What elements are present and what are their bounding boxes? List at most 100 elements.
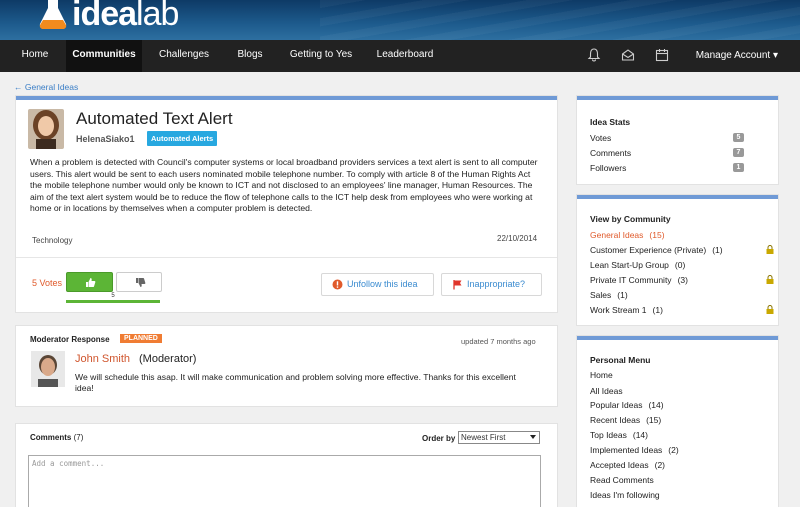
brand-bar: idealab — [0, 0, 800, 40]
community-count: (15) — [649, 230, 665, 240]
nav-getting-to-yes[interactable]: Getting to Yes — [280, 40, 362, 72]
community-item-work-stream-1[interactable]: Work Stream 1 (1) — [590, 305, 663, 315]
order-by-value: Newest First — [461, 433, 506, 442]
personal-item-accepted-ideas[interactable]: Accepted Ideas (2) — [590, 460, 665, 470]
flask-icon — [39, 0, 67, 30]
vote-count: 5 — [111, 293, 115, 299]
personal-item-all-ideas[interactable]: All Ideas — [590, 386, 623, 396]
inappropriate-label: Inappropriate? — [467, 279, 526, 289]
community-label: Work Stream 1 — [590, 305, 647, 315]
thumbs-up-icon — [86, 278, 96, 287]
community-heading: View by Community — [590, 214, 671, 224]
personal-label: Read Comments — [590, 475, 654, 485]
personal-label: Top Ideas — [590, 430, 627, 440]
community-count: (1) — [617, 290, 628, 300]
lock-icon — [766, 305, 774, 314]
community-item-lean-startup[interactable]: Lean Start-Up Group (0) — [590, 260, 685, 270]
personal-count: (14) — [648, 400, 664, 410]
nav-communities[interactable]: Communities — [66, 40, 142, 72]
community-item-general-ideas[interactable]: General Ideas (15) — [590, 230, 665, 240]
divider — [16, 257, 557, 258]
personal-count: (15) — [646, 415, 662, 425]
manage-account-menu[interactable]: Manage Account ▾ — [696, 40, 778, 72]
logo[interactable]: idealab — [38, 0, 179, 34]
idea-date: 22/10/2014 — [497, 234, 538, 243]
nav-leaderboard[interactable]: Leaderboard — [368, 40, 442, 72]
personal-label: Popular Ideas — [590, 400, 643, 410]
personal-label: Ideas I'm following — [590, 490, 660, 500]
thumbs-down-icon — [136, 278, 146, 287]
stat-votes-value: 5 — [733, 133, 744, 142]
personal-count: (2) — [668, 445, 679, 455]
unfollow-button[interactable]: Unfollow this idea — [321, 273, 434, 296]
community-item-private-it[interactable]: Private IT Community (3) — [590, 275, 688, 285]
bell-icon[interactable] — [587, 48, 601, 62]
mail-icon[interactable] — [621, 48, 635, 62]
author-avatar-image — [28, 109, 64, 149]
personal-item-recent-ideas[interactable]: Recent Ideas (15) — [590, 415, 661, 425]
community-count: (0) — [674, 260, 686, 270]
community-label: General Ideas — [590, 230, 644, 240]
nav-home[interactable]: Home — [10, 40, 60, 72]
vote-down-button[interactable] — [116, 272, 162, 292]
moderator-name[interactable]: John Smith — [75, 353, 130, 365]
stat-followers-label: Followers — [590, 163, 627, 173]
community-count: (1) — [652, 305, 663, 315]
logo-text: idealab — [72, 0, 179, 33]
comments-count: (7) — [73, 433, 84, 442]
comments-label: Comments — [30, 433, 72, 442]
personal-count: (2) — [654, 460, 665, 470]
nav-challenges[interactable]: Challenges — [150, 40, 218, 72]
vote-progress-bar — [66, 300, 160, 303]
personal-item-read-comments[interactable]: Read Comments — [590, 475, 654, 485]
community-label: Lean Start-Up Group — [590, 260, 669, 270]
personal-count: (14) — [632, 430, 648, 440]
personal-label: All Ideas — [590, 386, 623, 396]
community-label: Sales — [590, 290, 612, 300]
community-item-sales[interactable]: Sales (1) — [590, 290, 628, 300]
updated-time: updated 7 months ago — [461, 337, 536, 346]
community-label: Private IT Community — [590, 275, 672, 285]
community-count: (1) — [712, 245, 723, 255]
calendar-icon[interactable] — [655, 48, 669, 62]
inappropriate-button[interactable]: Inappropriate? — [441, 273, 542, 296]
stat-followers-value: 1 — [733, 163, 744, 172]
personal-label: Implemented Ideas — [590, 445, 663, 455]
moderator-response-text: We will schedule this asap. It will make… — [75, 372, 516, 394]
personal-label: Accepted Ideas — [590, 460, 649, 470]
comment-input[interactable]: Add a comment... — [28, 455, 541, 507]
flag-icon — [453, 280, 462, 290]
moderator-avatar[interactable] — [31, 351, 65, 387]
breadcrumb[interactable]: ← General Ideas — [14, 82, 78, 92]
avatar[interactable] — [28, 109, 64, 149]
stat-comments-value: 7 — [733, 148, 744, 157]
unfollow-label: Unfollow this idea — [347, 279, 418, 289]
community-label: Customer Experience (Private) — [590, 245, 707, 255]
personal-item-home[interactable]: Home — [590, 370, 613, 380]
personal-item-implemented-ideas[interactable]: Implemented Ideas (2) — [590, 445, 679, 455]
personal-menu-heading: Personal Menu — [590, 355, 651, 365]
idea-description: When a problem is detected with Council'… — [30, 157, 538, 214]
order-by-select[interactable]: Newest First — [458, 431, 540, 444]
order-by-label: Order by — [422, 434, 456, 443]
alert-circle-icon — [332, 279, 343, 290]
vote-up-button[interactable] — [66, 272, 113, 292]
votes-label: 5 Votes — [32, 278, 63, 288]
status-badge: PLANNED — [120, 334, 162, 343]
chevron-down-icon — [530, 435, 536, 439]
personal-item-top-ideas[interactable]: Top Ideas (14) — [590, 430, 648, 440]
stat-comments-label: Comments — [590, 148, 632, 158]
community-count: (3) — [677, 275, 688, 285]
idea-stats-heading: Idea Stats — [590, 117, 631, 127]
moderator-avatar-image — [31, 351, 65, 387]
community-item-customer-experience[interactable]: Customer Experience (Private) (1) — [590, 245, 723, 255]
nav-blogs[interactable]: Blogs — [228, 40, 272, 72]
lock-icon — [766, 245, 774, 254]
moderator-role: (Moderator) — [139, 353, 197, 365]
comments-heading: Comments (7) — [30, 433, 83, 442]
category-tag[interactable]: Automated Alerts — [147, 131, 218, 146]
personal-item-ideas-following[interactable]: Ideas I'm following — [590, 490, 660, 500]
lock-icon — [766, 275, 774, 284]
personal-item-popular-ideas[interactable]: Popular Ideas (14) — [590, 400, 664, 410]
author-name[interactable]: HelenaSiako1 — [76, 134, 135, 144]
